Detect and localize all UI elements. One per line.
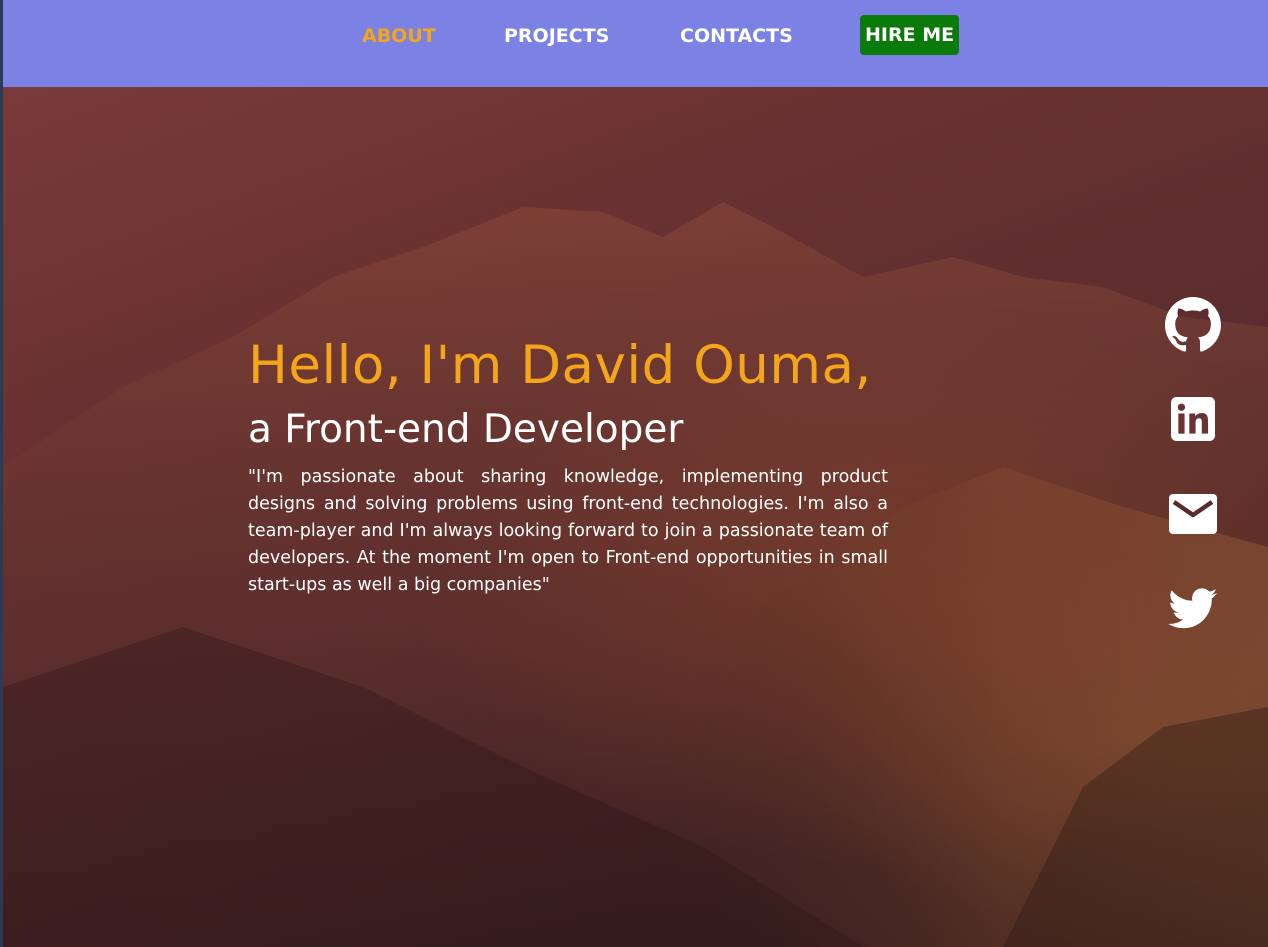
hero-section: Hello, I'm David Ouma, a Front-end Devel… bbox=[3, 87, 1268, 947]
hero-headline: Hello, I'm David Ouma, bbox=[248, 335, 872, 396]
linkedin-icon bbox=[1171, 397, 1215, 441]
email-icon bbox=[1169, 494, 1217, 534]
hero-bio: "I'm passionate about sharing knowledge,… bbox=[248, 467, 888, 595]
linkedin-link[interactable] bbox=[1163, 389, 1223, 449]
nav-link-projects[interactable]: PROJECTS bbox=[504, 22, 609, 50]
github-link[interactable] bbox=[1163, 295, 1223, 355]
twitter-icon bbox=[1168, 588, 1218, 629]
twitter-link[interactable] bbox=[1163, 579, 1223, 639]
email-link[interactable] bbox=[1163, 484, 1223, 544]
navbar: ABOUT PROJECTS CONTACTS HIRE ME bbox=[3, 0, 1268, 87]
nav-link-contacts[interactable]: CONTACTS bbox=[680, 22, 793, 50]
github-icon bbox=[1165, 297, 1221, 352]
hero-subheadline: a Front-end Developer bbox=[248, 407, 684, 452]
hire-me-button[interactable]: HIRE ME bbox=[860, 15, 960, 55]
nav-link-about[interactable]: ABOUT bbox=[362, 22, 436, 50]
